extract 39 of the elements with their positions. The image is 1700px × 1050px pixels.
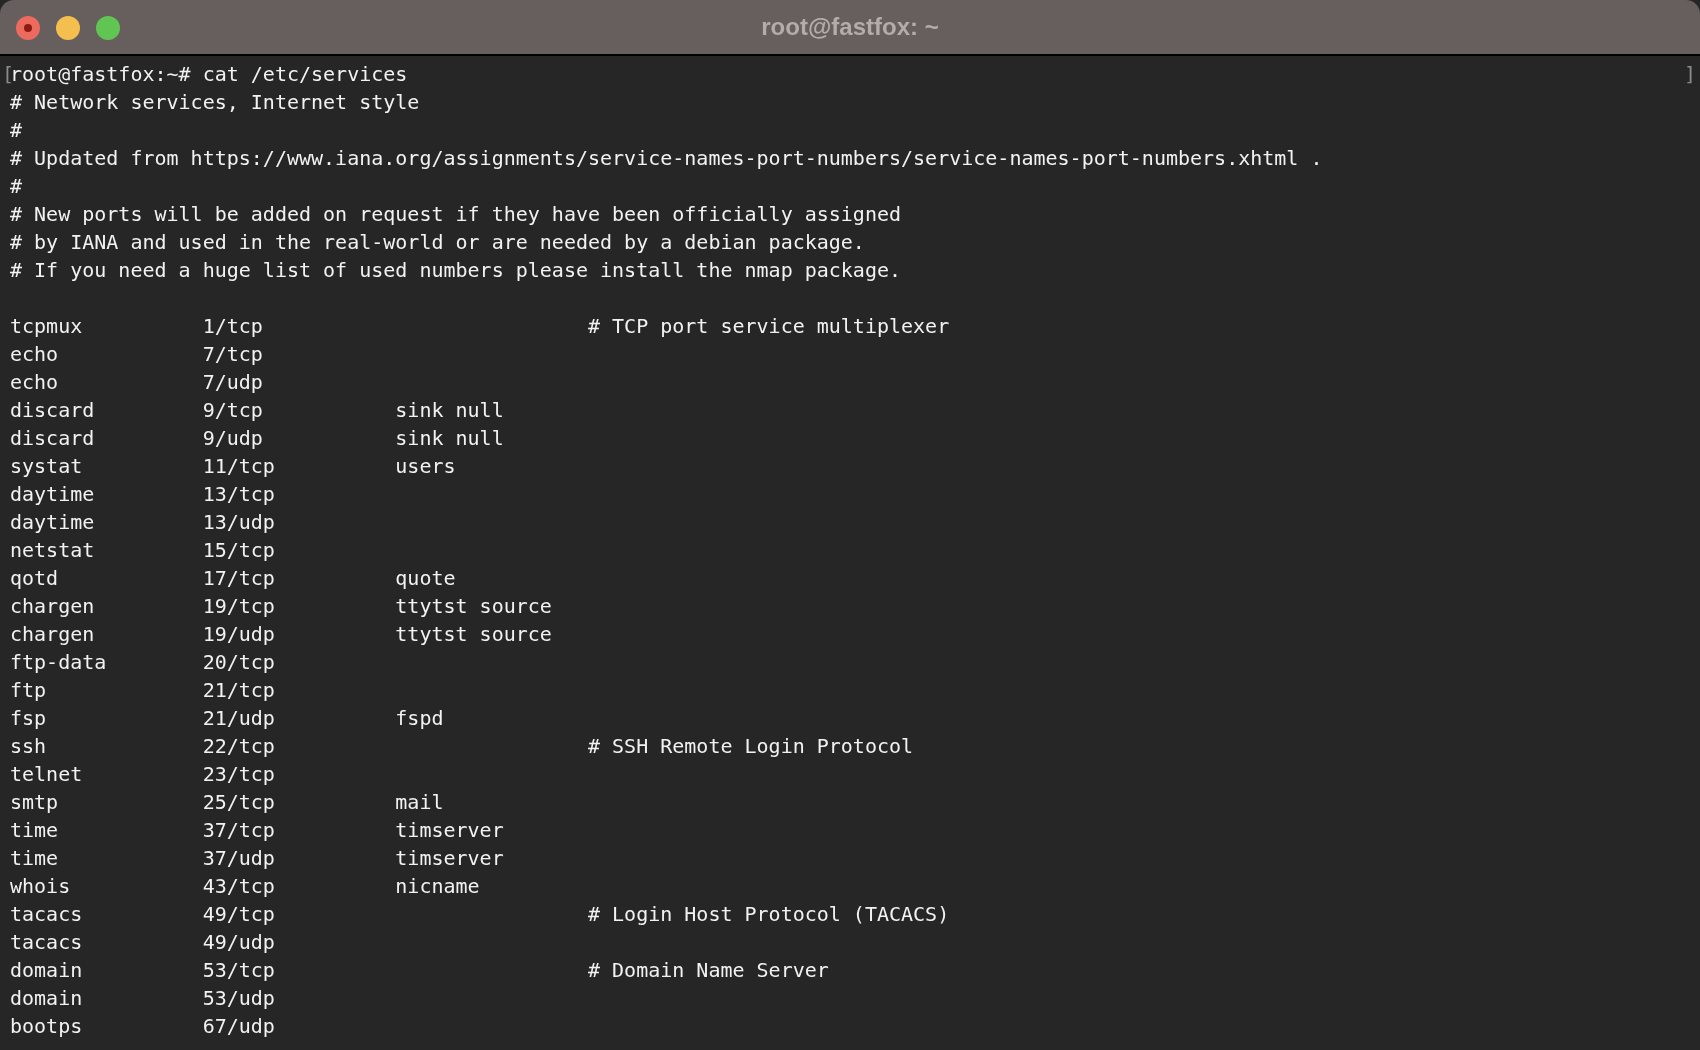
terminal-line: bootps 67/udp [10,1013,275,1040]
terminal-line: systat 11/tcp users [10,453,456,480]
terminal-line: domain 53/udp [10,985,275,1012]
window-title: root@fastfox: ~ [761,12,939,42]
terminal-line: # New ports will be added on request if they have been officially assigned [10,201,902,228]
terminal-line: # [10,117,23,144]
terminal-line: daytime 13/udp [10,509,275,536]
terminal-line: echo 7/udp [10,369,263,396]
close-button[interactable] [16,16,40,40]
terminal-line: ftp 21/tcp [10,677,275,704]
terminal-line: # Network services, Internet style [10,89,420,116]
terminal-line: time 37/tcp timserver [10,817,504,844]
minimize-button[interactable] [56,16,80,40]
terminal-line: tacacs 49/udp [10,929,275,956]
terminal-line: qotd 17/tcp quote [10,565,456,592]
terminal-line: tcpmux 1/tcp # TCP port service multiplexer [10,313,950,340]
terminal-line: # Updated from https://www.iana.org/assignments/service-names-port-numbers/service-names-port-numbers.xhtml . [10,145,1323,172]
terminal-line: root@fastfox:~# cat /etc/services [10,61,408,88]
line-mark: ] [1683,61,1696,88]
terminal-line: # If you need a huge list of used numbers please install the nmap package. [10,257,902,284]
terminal-line: ftp-data 20/tcp [10,649,275,676]
terminal-line: time 37/udp timserver [10,845,504,872]
terminal-line: discard 9/tcp sink null [10,397,504,424]
terminal-line: smtp 25/tcp mail [10,789,444,816]
terminal-line: whois 43/tcp nicname [10,873,480,900]
terminal-line: chargen 19/udp ttytst source [10,621,552,648]
terminal-line: chargen 19/tcp ttytst source [10,593,552,620]
terminal-line: daytime 13/tcp [10,481,275,508]
terminal-line: ssh 22/tcp # SSH Remote Login Protocol [10,733,914,760]
zoom-button[interactable] [96,16,120,40]
terminal-line: tacacs 49/tcp # Login Host Protocol (TACACS) [10,901,950,928]
terminal-line: # [10,173,23,200]
terminal-line: discard 9/udp sink null [10,425,504,452]
terminal-line: # by IANA and used in the real-world or are needed by a debian package. [10,229,865,256]
terminal-line: fsp 21/udp fspd [10,705,444,732]
terminal-line: domain 53/tcp # Domain Name Server [10,957,829,984]
terminal-line: echo 7/tcp [10,341,263,368]
terminal-line: netstat 15/tcp [10,537,275,564]
terminal-line: telnet 23/tcp [10,761,275,788]
